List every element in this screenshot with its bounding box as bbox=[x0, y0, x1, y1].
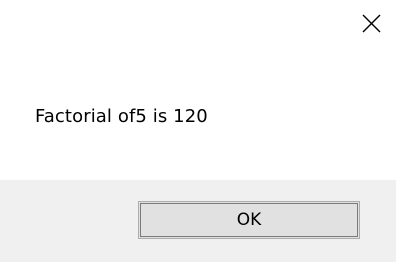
dialog-footer: OK bbox=[0, 180, 396, 262]
dialog-message: Factorial of5 is 120 bbox=[35, 106, 208, 127]
close-icon bbox=[362, 14, 381, 37]
ok-button[interactable]: OK bbox=[138, 201, 360, 239]
close-button[interactable] bbox=[352, 6, 390, 44]
message-dialog: Factorial of5 is 120 OK bbox=[0, 0, 396, 262]
